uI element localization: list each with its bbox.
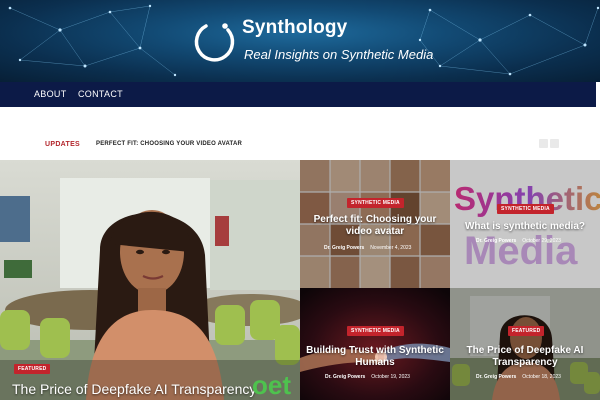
post-date[interactable]: October 19, 2023 (371, 374, 410, 380)
post-title[interactable]: Building Trust with Synthetic Humans (306, 345, 444, 369)
ticker-label: UPDATES (45, 141, 81, 148)
featured-badge[interactable]: FEATURED (14, 364, 51, 374)
post-category-badge[interactable]: FEATURED (508, 326, 545, 336)
ticker-prev-button[interactable] (539, 139, 548, 148)
main-navigation: ABOUT CONTACT (0, 82, 596, 107)
post-title[interactable]: Perfect fit: Choosing your video avatar (308, 214, 442, 238)
post-author[interactable]: Dr. Greig Powers (476, 238, 516, 244)
post-title[interactable]: What is synthetic media? (458, 221, 592, 233)
post-meta: Dr. Greig Powers November 4, 2023 (324, 245, 411, 251)
post-date[interactable]: November 4, 2023 (370, 245, 411, 251)
nav-item-contact[interactable]: CONTACT (78, 89, 123, 99)
post-category-badge[interactable]: SYNTHETIC MEDIA (497, 204, 554, 214)
site-header-banner: Synthology Real Insights on Synthetic Me… (0, 0, 600, 82)
post-author[interactable]: Dr. Greig Powers (476, 374, 516, 380)
featured-overlay-text: oet (252, 370, 291, 400)
post-card-what-is-synthetic-media[interactable]: Synthetic Media SYNTHETIC MEDIA What is … (450, 160, 600, 288)
nav-item-about[interactable]: ABOUT (34, 89, 67, 99)
post-meta: Dr. Greig Powers October 19, 2023 (325, 374, 410, 380)
post-meta: Dr. Greig Powers October 18, 2023 (476, 374, 561, 380)
post-author[interactable]: Dr. Greig Powers (325, 374, 365, 380)
post-date[interactable]: October 18, 2023 (522, 374, 561, 380)
post-card-building-trust[interactable]: SYNTHETIC MEDIA Building Trust with Synt… (300, 288, 450, 400)
post-category-badge[interactable]: SYNTHETIC MEDIA (347, 198, 404, 208)
featured-post-card[interactable]: FEATURED The Price of Deepfake AI Transp… (0, 160, 300, 400)
post-date[interactable]: October 29, 2023 (522, 238, 561, 244)
post-author[interactable]: Dr. Greig Powers (324, 245, 364, 251)
post-card-price-of-deepfake[interactable]: FEATURED The Price of Deepfake AI Transp… (450, 288, 600, 400)
network-background-graphic (8, 4, 600, 77)
ticker-headline-link[interactable]: PERFECT FIT: CHOOSING YOUR VIDEO AVATAR (96, 141, 242, 147)
post-title[interactable]: The Price of Deepfake AI Transparency (456, 345, 594, 369)
synthology-logo-icon[interactable] (192, 20, 236, 64)
featured-post-title[interactable]: The Price of Deepfake AI Transparency (12, 381, 256, 397)
ticker-next-button[interactable] (550, 139, 559, 148)
site-title[interactable]: Synthology (242, 17, 347, 39)
post-meta: Dr. Greig Powers October 29, 2023 (476, 238, 561, 244)
price-of-deepfake-image (450, 288, 600, 400)
building-trust-image (300, 288, 450, 400)
post-category-badge[interactable]: SYNTHETIC MEDIA (347, 326, 404, 336)
post-card-choosing-avatar[interactable]: SYNTHETIC MEDIA Perfect fit: Choosing yo… (300, 160, 450, 288)
site-tagline: Real Insights on Synthetic Media (244, 47, 434, 62)
